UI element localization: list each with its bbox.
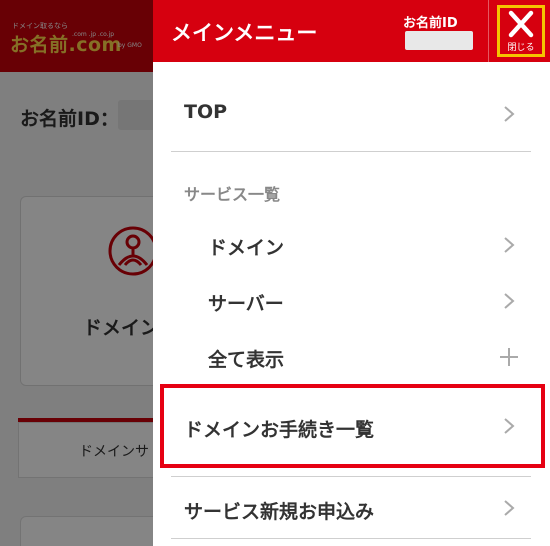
menu-item-top[interactable]: TOP xyxy=(153,86,550,142)
drawer-id-label: お名前ID xyxy=(403,16,458,31)
services-section-title: サービス一覧 xyxy=(184,185,281,204)
plus-icon xyxy=(500,348,518,366)
chevron-right-icon xyxy=(504,293,515,309)
menu-item-label: ドメイン xyxy=(208,237,285,259)
main-menu-drawer: メインメニュー お名前ID 閉じる TOP サービス一覧 ドメイン サーバー 全… xyxy=(153,0,550,546)
close-icon xyxy=(508,10,534,38)
menu-item-label: 全て表示 xyxy=(208,349,285,371)
menu-item-new-service[interactable]: サービス新規お申込み xyxy=(153,484,550,534)
menu-item-label: ドメインお手続き一覧 xyxy=(184,419,375,441)
chevron-right-icon xyxy=(504,500,515,516)
drawer-id-masked xyxy=(405,31,473,50)
menu-item-domain[interactable]: ドメイン xyxy=(153,222,550,268)
divider xyxy=(171,476,531,477)
menu-item-label: サービス新規お申込み xyxy=(184,501,375,523)
menu-item-server[interactable]: サーバー xyxy=(153,278,550,324)
menu-item-show-all[interactable]: 全て表示 xyxy=(153,334,550,380)
menu-item-label: サーバー xyxy=(208,293,284,315)
chevron-right-icon xyxy=(504,106,515,122)
drawer-title: メインメニュー xyxy=(171,21,318,45)
drawer-header: メインメニュー お名前ID 閉じる xyxy=(153,0,550,62)
close-button[interactable]: 閉じる xyxy=(497,5,545,57)
menu-item-domain-procedures[interactable]: ドメインお手続き一覧 xyxy=(153,384,550,468)
divider xyxy=(171,151,531,152)
close-button-label: 閉じる xyxy=(507,43,535,53)
menu-item-label: TOP xyxy=(184,101,228,123)
chevron-right-icon xyxy=(504,237,515,253)
header-divider xyxy=(488,0,489,62)
chevron-right-icon xyxy=(504,418,515,434)
divider xyxy=(171,538,531,539)
